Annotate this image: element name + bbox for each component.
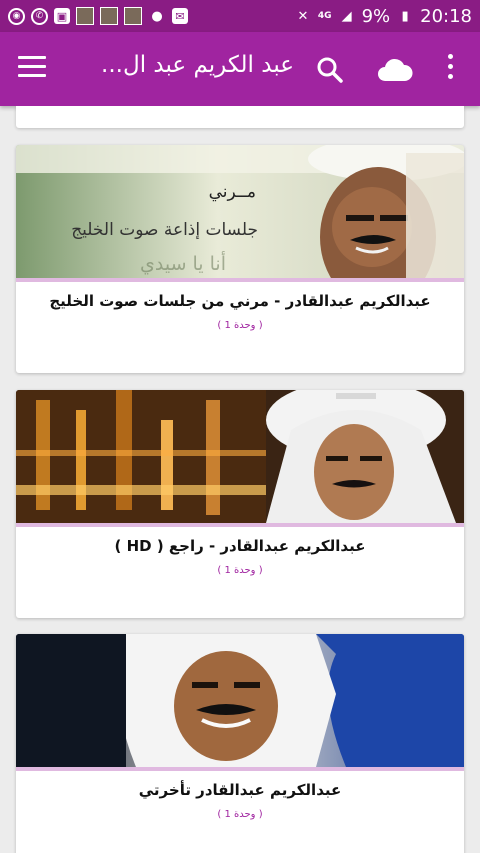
card-count: ( 1 وحدة ) [217,320,263,331]
card-divider [16,523,464,527]
cloud-icon[interactable] [377,57,413,83]
list-item[interactable]: عبدالكريم عبدالقادر - راجع ( HD ) ( 1 وح… [16,390,464,618]
system-icons: ✕ 4G ◢ 9% ▮ 20:18 [294,6,472,27]
battery-percentage: 9% [361,5,391,27]
mute-icon: ✕ [297,8,309,24]
app-notification-thumb-3 [124,7,142,25]
search-icon[interactable] [316,56,344,84]
more-vert-icon[interactable] [441,54,459,86]
card-divider [16,278,464,282]
app-notification-thumb-1 [76,7,94,25]
battery-icon: ▮ [401,8,409,24]
whatsapp-icon: ✆ [31,7,48,25]
card-count: ( 1 وحدة ) [217,565,263,576]
notification-circle-icon: ◉ [8,7,25,25]
thumbnail-caption-3: أنا يا سيدي [140,251,226,275]
thumbnail-caption-2: جلسات إذاعة صوت الخليج [71,220,258,240]
image-notification-icon: ▣ [54,8,70,24]
card-thumbnail [16,634,464,767]
menu-icon[interactable] [18,56,46,82]
card-title: عبدالكريم عبدالقادر تأخرتي [138,781,342,799]
signal-icon: ◢ [341,8,352,24]
page-title: عبد الكريم عبد ال... [101,52,294,78]
list-item[interactable]: مــرني جلسات إذاعة صوت الخليج أنا يا سيد… [16,145,464,373]
card-count: ( 1 وحدة ) [217,809,263,820]
chat-icon: ● [151,8,163,24]
thumbnail-caption-1: مــرني [209,182,256,202]
card-title: عبدالكريم عبدالقادر - مرني من جلسات صوت … [49,292,431,310]
app-notification-thumb-2 [100,7,118,25]
notification-icons: ◉ ✆ ▣ ● ✉ [8,7,188,25]
app-bar: عبد الكريم عبد ال... [0,32,480,106]
video-list[interactable]: مــرني جلسات إذاعة صوت الخليج أنا يا سيد… [0,106,480,853]
card-thumbnail [16,390,464,523]
network-type-label: 4G [317,10,332,21]
card-thumbnail: مــرني جلسات إذاعة صوت الخليج أنا يا سيد… [16,145,464,278]
clock: 20:18 [420,5,472,27]
status-bar: ◉ ✆ ▣ ● ✉ ✕ 4G ◢ 9% ▮ 20:18 [0,0,480,32]
list-item[interactable]: عبدالكريم عبدالقادر تأخرتي ( 1 وحدة ) [16,634,464,853]
mail-icon: ✉ [172,8,188,24]
previous-card-stub[interactable] [16,106,464,128]
card-divider [16,767,464,771]
card-title: عبدالكريم عبدالقادر - راجع ( HD ) [114,537,366,555]
